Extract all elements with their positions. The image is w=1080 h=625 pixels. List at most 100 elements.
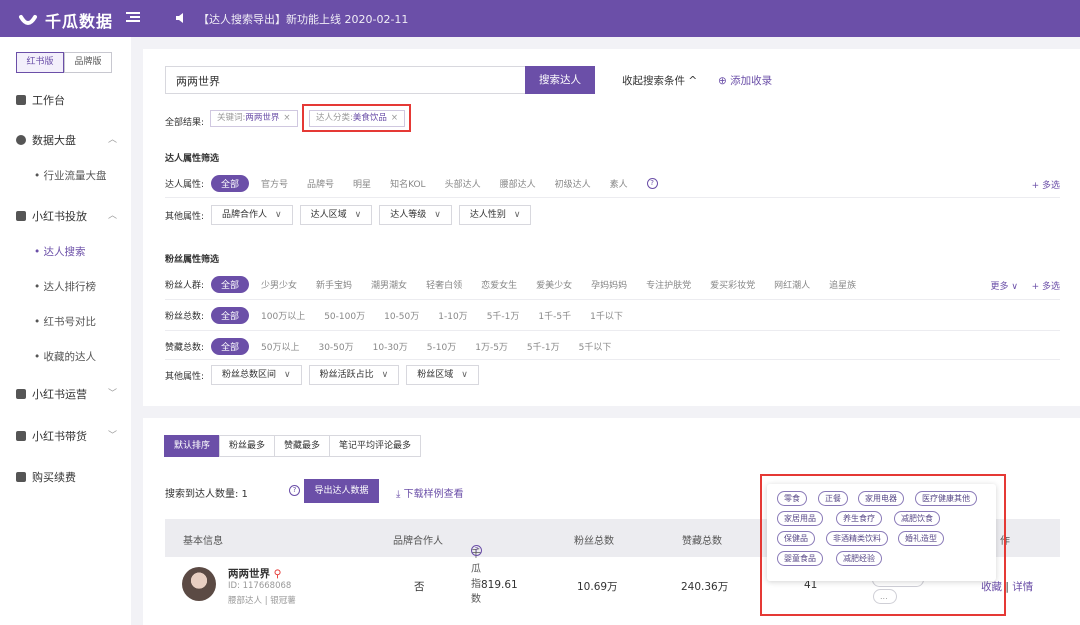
option[interactable]: 专注护肤党 xyxy=(646,278,691,291)
option[interactable]: 轻奢白领 xyxy=(426,278,462,291)
option[interactable]: 腰部达人 xyxy=(500,177,536,190)
option-all[interactable]: 全部 xyxy=(211,307,250,324)
option[interactable]: 品牌号 xyxy=(307,177,334,190)
option[interactable]: 网红潮人 xyxy=(774,278,810,291)
kol-other-row: 其他属性: 品牌合作人 ∨ 达人区域 ∨ 达人等级 ∨ 达人性别 ∨ xyxy=(165,205,538,225)
help-icon[interactable]: ? xyxy=(646,178,658,189)
chevron-down-icon: ∨ xyxy=(354,210,362,220)
dropdown-label: 粉丝总数区间 xyxy=(222,370,277,380)
row-label: 赞藏总数: xyxy=(165,343,205,353)
help-icon[interactable]: ? xyxy=(471,545,482,556)
option-all[interactable]: 全部 xyxy=(211,338,250,355)
dropdown-kol-level[interactable]: 达人等级 ∨ xyxy=(379,205,452,225)
sidebar-group-operations[interactable]: 小红书运营 ﹀ xyxy=(16,386,117,402)
edition-redbook[interactable]: 红书版 xyxy=(16,52,64,73)
help-icon[interactable]: ? xyxy=(289,485,300,496)
dropdown-brand-partner[interactable]: 品牌合作人 ∨ xyxy=(211,205,293,225)
tab-most-fans[interactable]: 粉丝最多 xyxy=(219,435,276,457)
download-sample-link[interactable]: ⤓ 下载样例查看 xyxy=(396,485,464,500)
option[interactable]: 素人 xyxy=(610,177,628,190)
kol-name[interactable]: 两两世界 ⚲ xyxy=(228,566,281,581)
option[interactable]: 100万以上 xyxy=(261,309,305,322)
tag-key: 关键词: xyxy=(217,113,246,123)
tab-most-likes[interactable]: 赞藏最多 xyxy=(274,435,331,457)
sidebar-item-kol-search[interactable]: • 达人搜索 xyxy=(34,244,86,259)
option[interactable]: 30-50万 xyxy=(318,340,353,353)
logo-icon xyxy=(19,15,37,25)
row-label: 粉丝总数: xyxy=(165,312,205,322)
edition-switch: 红书版 品牌版 xyxy=(16,52,112,73)
divider xyxy=(165,299,1060,300)
filter-panel: 两两世界 搜索达人 收起搜索条件 ^ ⊕ 添加收录 全部结果: 关键词:两两世界… xyxy=(143,49,1080,406)
tab-default-sort[interactable]: 默认排序 xyxy=(164,435,221,457)
option-all[interactable]: 全部 xyxy=(211,276,250,293)
option[interactable]: 5千-1万 xyxy=(527,340,560,353)
option[interactable]: 5千-1万 xyxy=(487,309,520,322)
tab-most-comments[interactable]: 笔记平均评论最多 xyxy=(329,435,422,457)
option[interactable]: 恋爱女生 xyxy=(481,278,517,291)
sidebar-item-saved-kols[interactable]: • 收藏的达人 xyxy=(34,349,96,364)
menu-toggle-icon[interactable] xyxy=(126,10,140,24)
results-label: 全部结果: xyxy=(165,118,205,128)
option[interactable]: 爱买彩妆党 xyxy=(710,278,755,291)
add-collection-link[interactable]: ⊕ 添加收录 xyxy=(718,73,772,88)
detail-link[interactable]: 详情 xyxy=(1012,581,1033,593)
option[interactable]: 1万-5万 xyxy=(475,340,508,353)
sidebar-group-redbook-ads[interactable]: 小红书投放 ︿ xyxy=(16,208,117,224)
dropdown-kol-gender[interactable]: 达人性别 ∨ xyxy=(458,205,532,225)
row-label: 其他属性: xyxy=(165,211,205,222)
row-label: 达人属性: xyxy=(165,180,205,190)
option[interactable]: 初级达人 xyxy=(555,177,591,190)
sidebar-item-account-compare[interactable]: • 红书号对比 xyxy=(34,314,96,329)
more-link[interactable]: 更多 ∨ xyxy=(991,279,1018,292)
multi-select-link[interactable]: + 多选 xyxy=(1032,178,1060,191)
option[interactable]: 50-100万 xyxy=(324,309,365,322)
option[interactable]: 少男少女 xyxy=(261,278,297,291)
avatar[interactable] xyxy=(182,567,216,601)
sidebar-group-label: 小红书运营 xyxy=(32,388,87,401)
keyword-tag[interactable]: 关键词:两两世界 × xyxy=(210,110,298,127)
option[interactable]: 追星族 xyxy=(829,278,856,291)
sidebar-group-dashboard[interactable]: 数据大盘 ︿ xyxy=(16,132,117,148)
option-all[interactable]: 全部 xyxy=(211,175,250,192)
dropdown-fan-range[interactable]: 粉丝总数区间 ∨ xyxy=(211,365,302,385)
option[interactable]: 明星 xyxy=(353,177,371,190)
option[interactable]: 50万以上 xyxy=(261,340,299,353)
export-button[interactable]: 导出达人数据 xyxy=(304,479,379,503)
edition-brand[interactable]: 品牌版 xyxy=(64,52,112,73)
top-bar: 千瓜数据 【达人搜索导出】新功能上线 2020-02-11 xyxy=(0,0,1080,37)
option[interactable]: 10-30万 xyxy=(373,340,408,353)
option[interactable]: 头部达人 xyxy=(445,177,481,190)
option[interactable]: 官方号 xyxy=(261,177,288,190)
option[interactable]: 爱美少女 xyxy=(536,278,572,291)
close-icon[interactable]: × xyxy=(283,113,290,123)
option[interactable]: 1-10万 xyxy=(438,309,467,322)
sidebar-item-industry-traffic[interactable]: • 行业流量大盘 xyxy=(34,168,107,183)
kol-id: ID: 117668068 xyxy=(228,581,292,591)
sidebar-item-kol-ranking[interactable]: • 达人排行榜 xyxy=(34,279,96,294)
divider xyxy=(165,330,1060,331)
option[interactable]: 1千以下 xyxy=(590,309,623,322)
sidebar-group-label: 数据大盘 xyxy=(32,134,76,147)
option[interactable]: 知名KOL xyxy=(390,177,426,190)
option[interactable]: 1千-5千 xyxy=(538,309,571,322)
sidebar-item-purchase[interactable]: 购买续费 xyxy=(16,469,76,485)
dropdown-kol-region[interactable]: 达人区域 ∨ xyxy=(299,205,373,225)
announcement-text[interactable]: 【达人搜索导出】新功能上线 2020-02-11 xyxy=(198,11,408,27)
fan-crowd-row: 粉丝人群: 全部 少男少女 新手宝妈 潮男潮女 轻奢白领 恋爱女生 爱美少女 孕… xyxy=(165,276,875,293)
dropdown-fan-active[interactable]: 粉丝活跃占比 ∨ xyxy=(308,365,400,385)
option[interactable]: 新手宝妈 xyxy=(316,278,352,291)
multi-select-link[interactable]: + 多选 xyxy=(1032,279,1060,292)
search-kol-button[interactable]: 搜索达人 xyxy=(525,66,595,94)
option[interactable]: 5-10万 xyxy=(427,340,456,353)
collapse-filters-link[interactable]: 收起搜索条件 ^ xyxy=(622,73,697,88)
search-input[interactable]: 两两世界 xyxy=(165,66,526,94)
sidebar-group-sales[interactable]: 小红书带货 ﹀ xyxy=(16,428,117,444)
option[interactable]: 5千以下 xyxy=(579,340,612,353)
chevron-down-icon: ∨ xyxy=(275,210,282,220)
option[interactable]: 10-50万 xyxy=(384,309,419,322)
sidebar-item-workbench[interactable]: 工作台 xyxy=(16,92,65,108)
dropdown-fan-region[interactable]: 粉丝区域 ∨ xyxy=(406,365,479,385)
option[interactable]: 孕妈妈妈 xyxy=(591,278,627,291)
option[interactable]: 潮男潮女 xyxy=(371,278,407,291)
